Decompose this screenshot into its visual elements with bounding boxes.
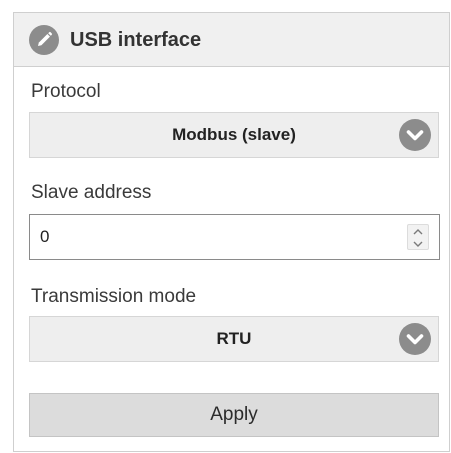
spinner-icon[interactable] [407,224,429,250]
protocol-label: Protocol [31,81,101,102]
transmission-mode-select[interactable]: RTU [29,316,439,362]
panel-header: USB interface [14,13,449,67]
usb-interface-panel: USB interface Protocol Modbus (slave) Sl… [13,12,450,452]
pencil-icon [29,25,59,55]
panel-title: USB interface [70,29,202,51]
spin-down-icon[interactable] [408,237,428,249]
protocol-select[interactable]: Modbus (slave) [29,112,439,158]
spin-up-icon[interactable] [408,225,428,237]
chevron-down-icon[interactable] [399,119,431,151]
slave-address-label: Slave address [31,182,152,203]
slave-address-input[interactable] [30,215,390,259]
transmission-mode-label: Transmission mode [31,286,197,307]
transmission-mode-select-value: RTU [216,329,252,348]
chevron-down-icon[interactable] [399,323,431,355]
protocol-select-value: Modbus (slave) [172,125,296,144]
apply-button[interactable]: Apply [29,393,439,437]
slave-address-field [29,214,440,260]
